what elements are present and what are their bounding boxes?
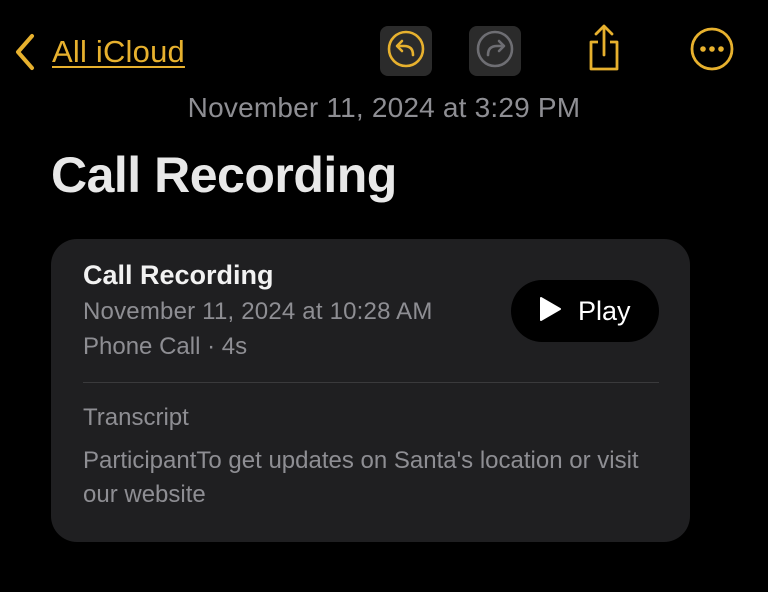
undo-button[interactable] (380, 26, 432, 76)
recording-title: Call Recording (83, 260, 274, 290)
redo-button[interactable] (469, 26, 521, 76)
card-divider (83, 382, 659, 383)
note-title[interactable]: Call Recording (51, 146, 397, 204)
recording-date: November 11, 2024 at 10:28 AM (83, 298, 433, 325)
play-button[interactable]: Play (511, 280, 659, 342)
back-label: All iCloud (52, 34, 185, 69)
undo-icon (386, 29, 426, 74)
transcript-heading: Transcript (83, 404, 189, 431)
chevron-left-icon (14, 32, 36, 72)
play-icon (538, 296, 562, 327)
share-button[interactable] (578, 22, 630, 78)
share-icon (584, 23, 624, 78)
note-date: November 11, 2024 at 3:29 PM (187, 92, 581, 123)
transcript-text[interactable]: ParticipantTo get updates on Santa's loc… (83, 444, 663, 512)
recording-meta: Phone Call · 4s (83, 333, 248, 360)
notes-page: All iCloud November 11, 2024 at 3:29 PM … (0, 0, 768, 592)
play-label: Play (578, 295, 631, 326)
redo-icon (475, 29, 515, 74)
more-button[interactable] (686, 24, 738, 78)
more-icon (689, 26, 735, 77)
call-recording-card[interactable]: Call Recording November 11, 2024 at 10:2… (51, 239, 690, 542)
back-button[interactable]: All iCloud (14, 28, 185, 76)
